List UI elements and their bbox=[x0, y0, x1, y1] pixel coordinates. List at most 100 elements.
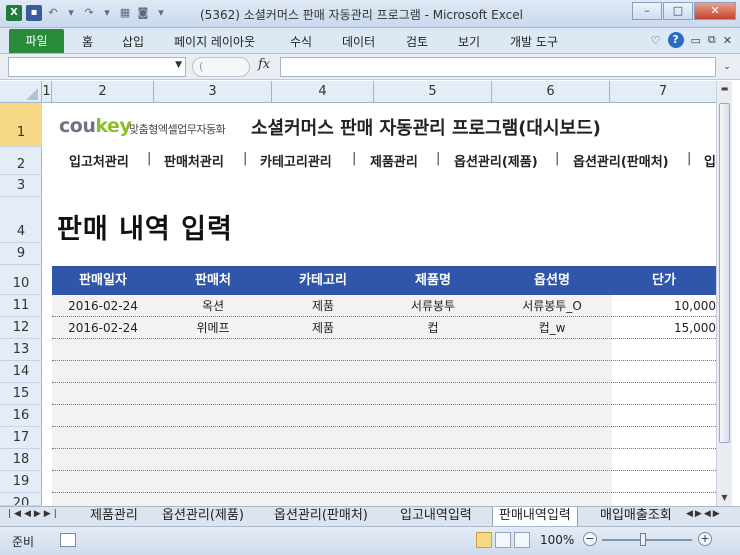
table-row[interactable] bbox=[52, 449, 716, 471]
form-icon[interactable]: ▦ bbox=[118, 5, 132, 21]
column-header-1[interactable]: 1 bbox=[42, 81, 52, 103]
nav-option-seller[interactable]: 옵션관리(판매처) bbox=[573, 151, 669, 170]
close-button[interactable]: ✕ bbox=[694, 2, 736, 20]
dropdown-icon[interactable]: ▾ bbox=[100, 5, 114, 21]
cell-sale-date[interactable]: 2016-02-24 bbox=[52, 295, 154, 317]
row-header-2[interactable]: 2 bbox=[0, 147, 42, 175]
column-header-5[interactable]: 5 bbox=[374, 81, 492, 103]
row-header-18[interactable]: 18 bbox=[0, 449, 42, 471]
scroll-thumb[interactable] bbox=[719, 103, 730, 443]
tab-file[interactable]: 파일 bbox=[9, 29, 64, 53]
row-header-14[interactable]: 14 bbox=[0, 361, 42, 383]
select-all-corner[interactable] bbox=[0, 81, 42, 103]
row-header-11[interactable]: 11 bbox=[0, 295, 42, 317]
column-header-4[interactable]: 4 bbox=[272, 81, 374, 103]
normal-view-icon[interactable] bbox=[476, 532, 492, 548]
row-header-3[interactable]: 3 bbox=[0, 175, 42, 197]
sheet-tab-product[interactable]: 제품관리 bbox=[84, 507, 144, 526]
cell-option-name[interactable]: 컵_w bbox=[492, 317, 612, 339]
nav-category[interactable]: 카테고리관리 bbox=[260, 151, 332, 170]
name-box[interactable]: ▼ bbox=[8, 57, 186, 77]
nav-inbound-supplier[interactable]: 입고처관리 bbox=[69, 151, 129, 170]
vertical-scrollbar[interactable]: ▬ ▼ bbox=[716, 81, 732, 508]
expand-formula-icon[interactable]: ⌄ bbox=[720, 57, 734, 77]
nav-seller[interactable]: 판매처관리 bbox=[164, 151, 224, 170]
zoom-slider-thumb[interactable] bbox=[640, 533, 646, 546]
column-header-3[interactable]: 3 bbox=[154, 81, 272, 103]
table-row[interactable] bbox=[52, 471, 716, 493]
tab-review[interactable]: 검토 bbox=[406, 33, 428, 50]
cell-product-name[interactable]: 서류봉투 bbox=[374, 295, 492, 317]
help-icon[interactable]: ? bbox=[667, 32, 684, 48]
sheet-tab-inbound-entry[interactable]: 입고내역입력 bbox=[394, 507, 478, 526]
cell-category[interactable]: 제품 bbox=[272, 295, 374, 317]
column-header-7[interactable]: 7 bbox=[610, 81, 716, 103]
cell-unit-price[interactable]: 10,000 bbox=[612, 295, 716, 317]
table-row[interactable]: 2016-02-24 옥션 제품 서류봉투 서류봉투_O 10,000 bbox=[52, 295, 716, 317]
table-row[interactable] bbox=[52, 339, 716, 361]
formula-input[interactable] bbox=[280, 57, 716, 77]
name-box-dropdown-icon[interactable]: ▼ bbox=[175, 60, 182, 70]
table-row[interactable] bbox=[52, 427, 716, 449]
excel-icon[interactable]: X bbox=[6, 5, 22, 21]
worksheet-grid[interactable]: coukey 맞춤형엑셀업무자동화 소셜커머스 판매 자동관리 프로그램(대시보… bbox=[43, 103, 716, 506]
table-row[interactable] bbox=[52, 493, 716, 506]
row-header-1[interactable]: 1 bbox=[0, 103, 42, 147]
customize-qat-icon[interactable]: ▾ bbox=[154, 5, 168, 21]
tab-view[interactable]: 보기 bbox=[458, 33, 480, 50]
column-header-6[interactable]: 6 bbox=[492, 81, 610, 103]
table-row[interactable] bbox=[52, 383, 716, 405]
row-header-20[interactable]: 20 bbox=[0, 493, 42, 506]
scroll-down-icon[interactable]: ▼ bbox=[717, 490, 732, 506]
row-header-15[interactable]: 15 bbox=[0, 383, 42, 405]
cell-seller[interactable]: 위메프 bbox=[154, 317, 272, 339]
sheet-tab-option-seller[interactable]: 옵션관리(판매처) bbox=[268, 507, 374, 526]
row-header-9[interactable]: 9 bbox=[0, 243, 42, 265]
cell-option-name[interactable]: 서류봉투_O bbox=[492, 295, 612, 317]
zoom-in-icon[interactable]: + bbox=[698, 532, 712, 546]
zoom-level[interactable]: 100% bbox=[540, 533, 574, 547]
row-header-10[interactable]: 10 bbox=[0, 265, 42, 295]
row-header-12[interactable]: 12 bbox=[0, 317, 42, 339]
insert-function-icon[interactable]: fx bbox=[258, 57, 270, 72]
cell-unit-price[interactable]: 15,000 bbox=[612, 317, 716, 339]
table-row[interactable] bbox=[52, 405, 716, 427]
table-row[interactable]: 2016-02-24 위메프 제품 컵 컵_w 15,000 bbox=[52, 317, 716, 339]
cell-seller[interactable]: 옥션 bbox=[154, 295, 272, 317]
maximize-button[interactable]: □ bbox=[663, 2, 693, 20]
sheet-tab-sales-entry[interactable]: 판매내역입력 bbox=[492, 507, 578, 526]
tab-developer[interactable]: 개발 도구 bbox=[510, 33, 558, 50]
row-header-19[interactable]: 19 bbox=[0, 471, 42, 493]
tab-navigation-icons[interactable]: |◀◀▶▶| bbox=[8, 509, 60, 519]
nav-option-product[interactable]: 옵션관리(제품) bbox=[454, 151, 538, 170]
dropdown-icon[interactable]: ▾ bbox=[64, 5, 78, 21]
tab-page-layout[interactable]: 페이지 레이아웃 bbox=[174, 33, 255, 50]
tab-home[interactable]: 홈 bbox=[82, 33, 93, 50]
nav-truncated[interactable]: 입 bbox=[704, 151, 716, 170]
tab-insert[interactable]: 삽입 bbox=[122, 33, 144, 50]
save-icon[interactable]: ▪ bbox=[26, 5, 42, 21]
redo-icon[interactable]: ↷ bbox=[82, 5, 96, 21]
row-header-16[interactable]: 16 bbox=[0, 405, 42, 427]
table-row[interactable] bbox=[52, 361, 716, 383]
tab-formulas[interactable]: 수식 bbox=[290, 33, 312, 50]
page-break-view-icon[interactable] bbox=[514, 532, 530, 548]
zoom-slider[interactable] bbox=[602, 539, 692, 541]
sheet-tab-purchase-sales[interactable]: 매입매출조회 bbox=[594, 507, 684, 526]
row-header-13[interactable]: 13 bbox=[0, 339, 42, 361]
nav-product[interactable]: 제품관리 bbox=[370, 151, 418, 170]
page-layout-view-icon[interactable] bbox=[495, 532, 511, 548]
zoom-out-icon[interactable]: − bbox=[583, 532, 597, 546]
sheet-tab-option-product[interactable]: 옵션관리(제품) bbox=[156, 507, 250, 526]
minimize-button[interactable]: – bbox=[632, 2, 662, 20]
cell-category[interactable]: 제품 bbox=[272, 317, 374, 339]
workbook-close-icon[interactable]: ✕ bbox=[723, 34, 732, 47]
scroll-up-icon[interactable] bbox=[717, 81, 732, 97]
row-header-17[interactable]: 17 bbox=[0, 427, 42, 449]
workbook-restore-icon[interactable]: ⧉ bbox=[708, 33, 716, 47]
column-header-2[interactable]: 2 bbox=[52, 81, 154, 103]
cell-product-name[interactable]: 컵 bbox=[374, 317, 492, 339]
tab-scroll-icons[interactable]: ◀▶◀▶ bbox=[686, 509, 722, 519]
undo-icon[interactable]: ↶ bbox=[46, 5, 60, 21]
camera-icon[interactable]: ◙ bbox=[136, 5, 150, 21]
